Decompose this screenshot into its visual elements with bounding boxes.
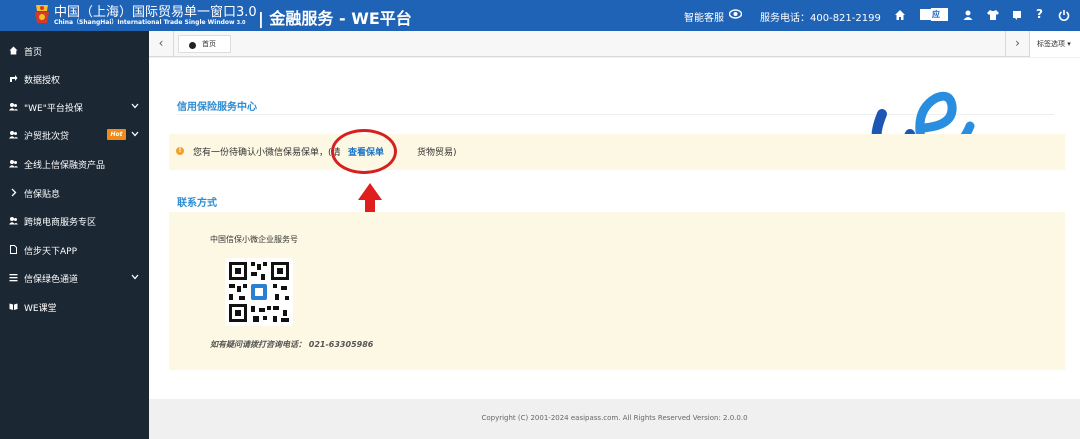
hot-badge: Hot bbox=[107, 129, 126, 140]
sidebar-item-app[interactable]: 信步天下APP bbox=[0, 236, 149, 264]
sidebar-item-interest-subsidy[interactable]: 信保贴息 bbox=[0, 179, 149, 207]
copyright-text: Copyright (C) 2001-2024 easipass.com. Al… bbox=[481, 414, 748, 422]
sidebar-item-online-financing[interactable]: 全线上信保融资产品 bbox=[0, 150, 149, 178]
chevron-down-icon bbox=[131, 274, 139, 280]
contact-panel: 中国信保小微企业服务号 如有疑问请拨打咨询电话： 021-63305986 bbox=[169, 212, 1065, 370]
users-icon bbox=[9, 103, 18, 111]
users-icon bbox=[9, 131, 18, 139]
chevron-down-icon bbox=[131, 103, 139, 109]
sidebar-item-cross-border[interactable]: 跨境电商服务专区 bbox=[0, 207, 149, 235]
sidebar-nav: 首页 数据授权 "WE"平台投保 沪贸批次贷 Hot 全线上信保融资产品 信保贴… bbox=[0, 31, 149, 439]
platform-title: | 金融服务 - WE平台 bbox=[258, 9, 412, 28]
logo-title-en: China（ShangHai）International Trade Singl… bbox=[54, 19, 246, 26]
smart-assistant-link[interactable]: 智能客服 bbox=[684, 9, 724, 24]
users-icon bbox=[9, 217, 18, 225]
tab-options-dropdown[interactable]: 标签选项 ▾ bbox=[1029, 31, 1080, 57]
tab-bar: ‹ 首页 › 标签选项 ▾ bbox=[149, 31, 1080, 57]
contact-org-name: 中国信保小微企业服务号 bbox=[210, 235, 298, 244]
users-icon bbox=[9, 160, 18, 168]
sidebar-item-we-insurance[interactable]: "WE"平台投保 bbox=[0, 93, 149, 121]
user-icon[interactable] bbox=[962, 9, 974, 21]
qr-code-icon bbox=[225, 258, 293, 326]
sidebar-item-batch-loan[interactable]: 沪贸批次贷 Hot bbox=[0, 121, 149, 149]
info-icon: ! bbox=[176, 147, 184, 155]
emblem-logo-icon bbox=[35, 5, 49, 23]
main-content: 信用保险服务中心 ! 您有一份待确认小微信保易保单，(请 查看保单 货物贸易) … bbox=[149, 58, 1080, 399]
sidebar-item-green-channel[interactable]: 信保绿色通道 bbox=[0, 264, 149, 292]
chevron-down-icon bbox=[131, 131, 139, 137]
section-title-credit-insurance: 信用保险服务中心 bbox=[177, 102, 257, 113]
grid-icon bbox=[920, 9, 931, 20]
power-icon[interactable] bbox=[1058, 9, 1070, 21]
page-footer: Copyright (C) 2001-2024 easipass.com. Al… bbox=[149, 399, 1080, 439]
service-hotline: 服务电话：400-821-2199 bbox=[760, 13, 881, 24]
home-icon[interactable] bbox=[894, 9, 906, 21]
file-icon bbox=[10, 245, 17, 254]
pending-policy-alert: ! 您有一份待确认小微信保易保单，(请 查看保单 货物贸易) bbox=[169, 134, 1065, 170]
sidebar-item-data-auth[interactable]: 数据授权 bbox=[0, 65, 149, 93]
tab-home[interactable]: 首页 bbox=[178, 35, 231, 53]
chevron-right-icon bbox=[11, 188, 17, 197]
contact-phone: 如有疑问请拨打咨询电话： 021-63305986 bbox=[210, 340, 374, 349]
tab-scroll-right-button[interactable]: › bbox=[1005, 31, 1029, 57]
sidebar-item-we-class[interactable]: WE课堂 bbox=[0, 293, 149, 321]
sidebar-item-home[interactable]: 首页 bbox=[0, 37, 149, 65]
list-icon bbox=[9, 274, 18, 282]
top-header: 中国（上海）国际贸易单一窗口3.0 China（ShangHai）Interna… bbox=[0, 0, 1080, 32]
section-title-contact: 联系方式 bbox=[177, 198, 217, 209]
tab-scroll-left-button[interactable]: ‹ bbox=[149, 31, 174, 57]
shirt-icon[interactable] bbox=[987, 9, 999, 21]
message-icon[interactable] bbox=[1011, 9, 1023, 21]
book-icon bbox=[9, 303, 18, 310]
help-icon[interactable]: ? bbox=[1036, 7, 1043, 21]
share-icon bbox=[10, 75, 18, 82]
annotation-circle bbox=[331, 129, 397, 174]
home-icon bbox=[9, 46, 18, 55]
eye-chat-icon[interactable] bbox=[729, 8, 742, 20]
active-dot-icon bbox=[189, 42, 196, 49]
apps-button[interactable]: 应用 bbox=[920, 8, 948, 32]
